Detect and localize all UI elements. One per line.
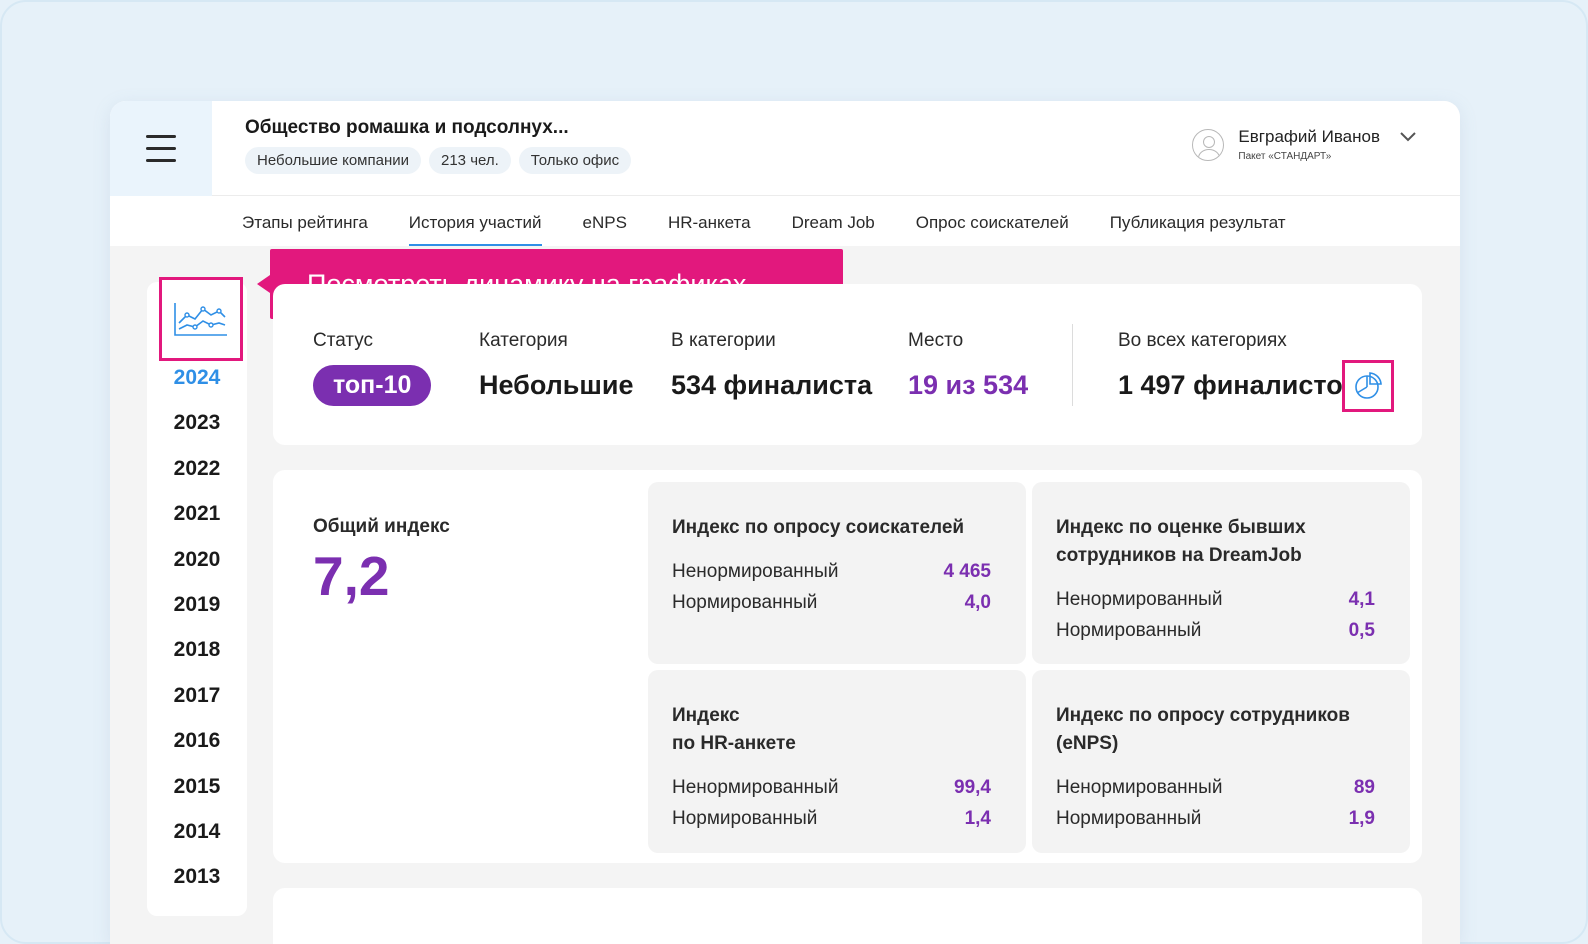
norm-value: 4,0 xyxy=(964,592,991,613)
stat-place: Место 19 из 534 xyxy=(908,330,1028,401)
year-item-2021[interactable]: 2021 xyxy=(147,501,247,546)
sub-index-title: Индекс по опросу сотрудников (eNPS) xyxy=(1056,705,1350,754)
sub-index-title: Индекс по HR-анкете xyxy=(672,705,796,754)
raw-row: Ненормированный 4 465 xyxy=(672,558,991,586)
applicant-survey-index: Индекс по опросу соискателей Ненормирова… xyxy=(648,482,1026,664)
total-index: Общий индекс 7,2 xyxy=(313,516,450,608)
norm-row: Нормированный 0,5 xyxy=(1056,617,1375,645)
user-menu[interactable]: Евграфий Иванов Пакет «СТАНДАРТ» xyxy=(1192,127,1416,162)
raw-value: 4,1 xyxy=(1348,589,1375,610)
year-item-2022[interactable]: 2022 xyxy=(147,456,247,501)
year-sidebar: 2024 2023 2022 2021 2020 2019 2018 2017 2016 2015… xyxy=(147,277,247,916)
enps-index: Индекс по опросу сотрудников (eNPS) Нено… xyxy=(1032,670,1410,853)
norm-label: Нормированный xyxy=(672,592,818,613)
tab-dream-job[interactable]: Dream Job xyxy=(792,196,875,246)
tag-size: Небольшие компании xyxy=(245,147,421,174)
stat-status: Статус топ-10 xyxy=(313,330,432,406)
raw-label: Ненормированный xyxy=(1056,589,1223,610)
norm-row: Нормированный 1,4 xyxy=(672,805,991,833)
tab-hr-survey[interactable]: HR-анкета xyxy=(668,196,751,246)
tab-publication[interactable]: Публикация результат xyxy=(1110,196,1286,246)
stat-category: Категория Небольшие xyxy=(479,330,634,401)
place-label: Место xyxy=(908,330,964,351)
year-item-2013[interactable]: 2013 xyxy=(147,864,247,909)
avatar-icon xyxy=(1192,129,1225,161)
raw-value: 4 465 xyxy=(943,561,991,582)
menu-icon[interactable] xyxy=(110,101,212,196)
sub-index-title: Индекс по опросу соискателей xyxy=(672,517,965,538)
year-item-2019[interactable]: 2019 xyxy=(147,592,247,637)
company-info: Общество ромашка и подсолнух... Небольши… xyxy=(245,117,632,174)
user-name: Евграфий Иванов xyxy=(1238,127,1380,146)
tag-office: Только офис xyxy=(518,147,632,174)
stats-card: Статус топ-10 Категория Небольшие В кате… xyxy=(273,284,1422,445)
norm-row: Нормированный 4,0 xyxy=(672,589,991,617)
tab-bar: Этапы рейтинга История участий eNPS HR-а… xyxy=(110,196,1460,246)
raw-value: 99,4 xyxy=(954,777,991,798)
line-chart-button[interactable] xyxy=(159,277,243,361)
year-item-2024[interactable]: 2024 xyxy=(147,365,247,410)
stat-all-categories: Во всех категориях 1 497 финалистов xyxy=(1118,330,1359,401)
tab-rating-stages[interactable]: Этапы рейтинга xyxy=(242,196,368,246)
stat-in-category: В категории 534 финалиста xyxy=(671,330,872,401)
norm-label: Нормированный xyxy=(1056,620,1202,641)
next-card xyxy=(273,888,1422,944)
raw-label: Ненормированный xyxy=(672,777,839,798)
place-value: 19 из 534 xyxy=(908,370,1029,400)
raw-label: Ненормированный xyxy=(1056,777,1223,798)
raw-value: 89 xyxy=(1353,777,1375,798)
chevron-down-icon[interactable] xyxy=(1400,129,1416,147)
norm-label: Нормированный xyxy=(1056,808,1202,829)
in-category-value: 534 финалиста xyxy=(671,370,873,400)
user-plan: Пакет «СТАНДАРТ» xyxy=(1238,151,1332,162)
year-item-2020[interactable]: 2020 xyxy=(147,547,247,592)
dreamjob-index: Индекс по оценке бывших сотрудников на D… xyxy=(1032,482,1410,664)
all-categories-label: Во всех категориях xyxy=(1118,330,1287,351)
sub-index-title: Индекс по оценке бывших сотрудников на D… xyxy=(1056,517,1306,566)
line-chart-icon xyxy=(174,303,227,336)
hr-survey-index: Индекс по HR-анкете Ненормированный 99,4 … xyxy=(648,670,1026,853)
category-value: Небольшие xyxy=(479,370,634,400)
norm-value: 1,4 xyxy=(964,808,991,829)
year-item-2015[interactable]: 2015 xyxy=(147,774,247,819)
tab-participation-history[interactable]: История участий xyxy=(408,196,542,246)
all-categories-value: 1 497 финалистов xyxy=(1118,370,1360,400)
raw-row: Ненормированный 4,1 xyxy=(1056,586,1375,614)
tag-employees: 213 чел. xyxy=(429,147,511,174)
year-item-2017[interactable]: 2017 xyxy=(147,683,247,728)
index-card: Общий индекс 7,2 Индекс по опросу соиска… xyxy=(273,470,1422,863)
stats-divider xyxy=(1072,324,1073,406)
year-item-2014[interactable]: 2014 xyxy=(147,819,247,864)
raw-row: Ненормированный 99,4 xyxy=(672,774,991,802)
in-category-label: В категории xyxy=(671,330,776,351)
year-item-2018[interactable]: 2018 xyxy=(147,637,247,682)
norm-value: 1,9 xyxy=(1348,808,1375,829)
total-index-label: Общий индекс xyxy=(313,516,450,537)
status-label: Статус xyxy=(313,330,374,351)
norm-value: 0,5 xyxy=(1348,620,1375,641)
app-window: Общество ромашка и подсолнух... Небольши… xyxy=(110,101,1460,944)
company-tags: Небольшие компании 213 чел. Только офис xyxy=(245,147,632,174)
norm-label: Нормированный xyxy=(672,808,818,829)
pie-chart-button[interactable] xyxy=(1342,360,1394,412)
status-badge: топ-10 xyxy=(313,365,432,406)
year-item-2016[interactable]: 2016 xyxy=(147,728,247,773)
category-label: Категория xyxy=(479,330,568,351)
raw-label: Ненормированный xyxy=(672,561,839,582)
year-item-2023[interactable]: 2023 xyxy=(147,410,247,455)
header: Общество ромашка и подсолнух... Небольши… xyxy=(110,101,1460,196)
year-list: 2024 2023 2022 2021 2020 2019 2018 2017 2016 2015… xyxy=(147,365,247,910)
tab-applicant-survey[interactable]: Опрос соискателей xyxy=(916,196,1069,246)
tab-enps[interactable]: eNPS xyxy=(583,196,627,246)
norm-row: Нормированный 1,9 xyxy=(1056,805,1375,833)
pie-chart-icon xyxy=(1355,372,1382,399)
company-name: Общество ромашка и подсолнух... xyxy=(245,117,569,138)
total-index-value: 7,2 xyxy=(313,545,390,607)
raw-row: Ненормированный 89 xyxy=(1056,774,1375,802)
